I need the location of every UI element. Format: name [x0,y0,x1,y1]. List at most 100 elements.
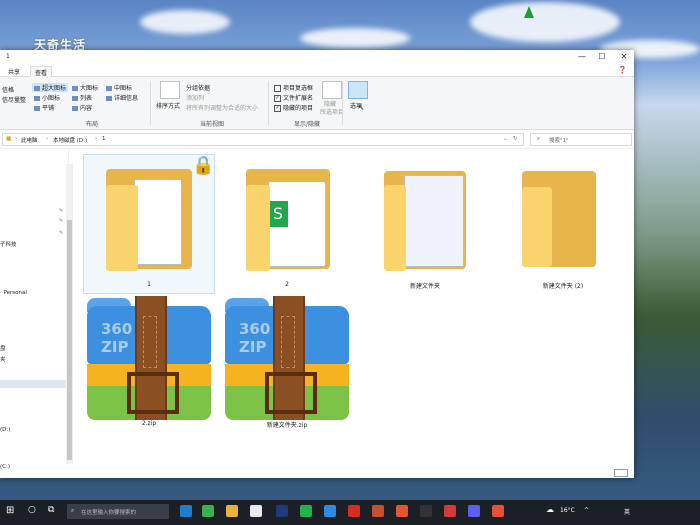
view-extra-large-icons[interactable]: 超大图标 [32,83,69,92]
file-item-folder-1[interactable]: 🔒 1 [83,154,215,294]
sort-by-button[interactable] [160,81,180,99]
ribbon: 信格 信尽量整 超大图标 小图标 平铺 大图标 列表 内容 中图标 详细信息 布… [0,77,634,130]
nav-scrollbar-thumb[interactable] [67,220,72,460]
pane-item-2[interactable]: 信尽量整 [2,95,26,104]
minimize-button[interactable]: — [572,50,592,64]
taskbar-search-placeholder: 在这里输入你要搜索的 [81,510,137,516]
app-icon[interactable] [396,505,408,517]
file-name: 新建文件夹.zip [266,422,308,429]
view-icon [106,86,112,91]
input-language[interactable]: 英 [624,507,630,516]
add-column-button[interactable]: 添加列 [186,93,204,102]
file-name: 新建文件夹 [409,283,440,290]
search-icon[interactable]: ○ [28,505,40,517]
app-icon[interactable] [468,505,480,517]
file-explorer-icon[interactable] [226,505,238,517]
wechat-icon[interactable] [300,505,312,517]
ribbon-divider [150,81,151,125]
search-icon: ⌕ [537,136,541,142]
maximize-button[interactable]: ☐ [592,50,612,64]
file-item-folder-new-2[interactable]: 新建文件夹 (2) [498,155,628,293]
folder-front [384,185,406,271]
app-icon[interactable] [324,505,336,517]
taskbar-search-box[interactable]: ⌕ 在这里输入你要搜索的 [67,504,169,519]
view-icon [106,96,112,101]
view-icon [34,86,40,91]
hide-selected-button[interactable] [322,81,342,99]
app-icon[interactable] [444,505,456,517]
view-small-icons[interactable]: 小图标 [34,93,60,102]
address-bar[interactable]: ■ › 此电脑 › 本地磁盘 (D:) › 1 ⌄ ↻ [2,133,524,146]
view-large-icons[interactable]: 大图标 [72,83,98,92]
view-tiles[interactable]: 平铺 [34,103,54,112]
title-bar[interactable]: 1 — ☐ ✕ [0,50,634,64]
pin-icon[interactable]: ✎ [59,230,63,236]
chevron-right-icon: › [46,136,49,142]
app-icon[interactable] [420,505,432,517]
store-icon[interactable] [250,505,262,517]
hidden-items-toggle[interactable]: ✓ 隐藏的项目 [274,103,313,112]
view-details[interactable]: 详细信息 [106,93,138,102]
file-name: 新建文件夹 (2) [542,283,584,290]
app-icon[interactable] [202,505,214,517]
chevron-right-icon: › [15,136,18,142]
refresh-icon[interactable]: ↻ [513,136,518,142]
pin-icon[interactable]: ✎ [59,208,63,214]
app-icon[interactable] [372,505,384,517]
wps-office-icon[interactable] [348,505,360,517]
file-item-zip-new[interactable]: 360 ZIP 新建文件夹.zip [222,296,352,430]
chevron-down-icon[interactable]: ⌄ [503,136,508,142]
pin-icon[interactable]: ✎ [59,218,63,224]
options-button[interactable] [348,81,368,99]
windows-start-icon[interactable]: ⊞ [6,505,18,517]
help-icon[interactable]: ❓ [618,66,627,74]
view-content[interactable]: 内容 [72,103,92,112]
file-name: 1 [147,281,151,288]
breadcrumb-drive-d[interactable]: 本地磁盘 (D:) [53,136,87,144]
nav-item-personal[interactable]: · Personal [0,290,27,296]
lock-icon: 🔒 [192,155,215,176]
document-page [134,179,182,265]
file-item-folder-new[interactable]: 新建文件夹 [360,155,490,293]
current-view-group-label: 当前视图 [200,121,225,128]
view-medium-icons[interactable]: 中图标 [106,83,132,92]
nav-item-folder[interactable]: 夹 [0,355,6,363]
folder-front [106,185,138,271]
nav-item-drive-d[interactable]: (D:) [0,427,10,433]
address-bar-row: ■ › 此电脑 › 本地磁盘 (D:) › 1 ⌄ ↻ ⌕ 搜索"1" [0,130,634,149]
checkbox-checked-icon: ✓ [274,105,281,112]
taskbar: ⊞ ○ ⧉ ⌕ 在这里输入你要搜索的 ☁ 16°C ^ 英 [0,500,700,525]
group-by-button[interactable]: 分组依据 [186,83,210,92]
file-item-zip-2[interactable]: 360 ZIP 2.zip [84,296,214,430]
item-checkboxes-toggle[interactable]: 项目复选框 [274,83,313,92]
close-button[interactable]: ✕ [614,50,634,64]
edge-browser-icon[interactable] [180,505,192,517]
breadcrumb-this-pc[interactable]: 此电脑 [21,136,38,144]
weather-temperature[interactable]: 16°C [560,507,575,514]
file-extensions-toggle[interactable]: ✓ 文件扩展名 [274,93,313,102]
view-icon [72,106,78,111]
view-toggle-icon[interactable] [614,469,628,477]
weather-cloud-icon[interactable]: ☁ [546,505,554,514]
tab-share[interactable]: 共享 [4,66,24,77]
file-name: 2 [285,281,289,288]
tree-icon[interactable] [524,6,534,18]
explorer-window: 1 — ☐ ✕ 共享 查看 ❓ 信格 信尽量整 超大图标 小图标 平铺 大图标 … [0,50,634,478]
checkbox-checked-icon: ✓ [274,95,281,102]
file-item-folder-2[interactable]: S 2 [222,155,352,293]
pane-item-1[interactable]: 信格 [2,85,14,94]
nav-item-drive[interactable]: 盘 [0,344,6,352]
breadcrumb-folder-1[interactable]: 1 [102,136,106,142]
photoshop-icon[interactable] [276,505,288,517]
task-view-icon[interactable]: ⧉ [48,505,60,517]
search-placeholder: 搜索"1" [549,138,569,144]
view-icon [72,86,78,91]
checkbox-icon [274,85,281,92]
view-list[interactable]: 列表 [72,93,92,102]
search-box[interactable]: ⌕ 搜索"1" [530,133,632,146]
nav-item-company[interactable]: 子科技 [0,240,17,248]
folder-icon: ■ [6,136,12,142]
fit-columns-button[interactable]: 将所有列调整为合适的大小 [186,103,258,112]
app-icon[interactable] [492,505,504,517]
tray-expand-icon[interactable]: ^ [584,507,589,514]
